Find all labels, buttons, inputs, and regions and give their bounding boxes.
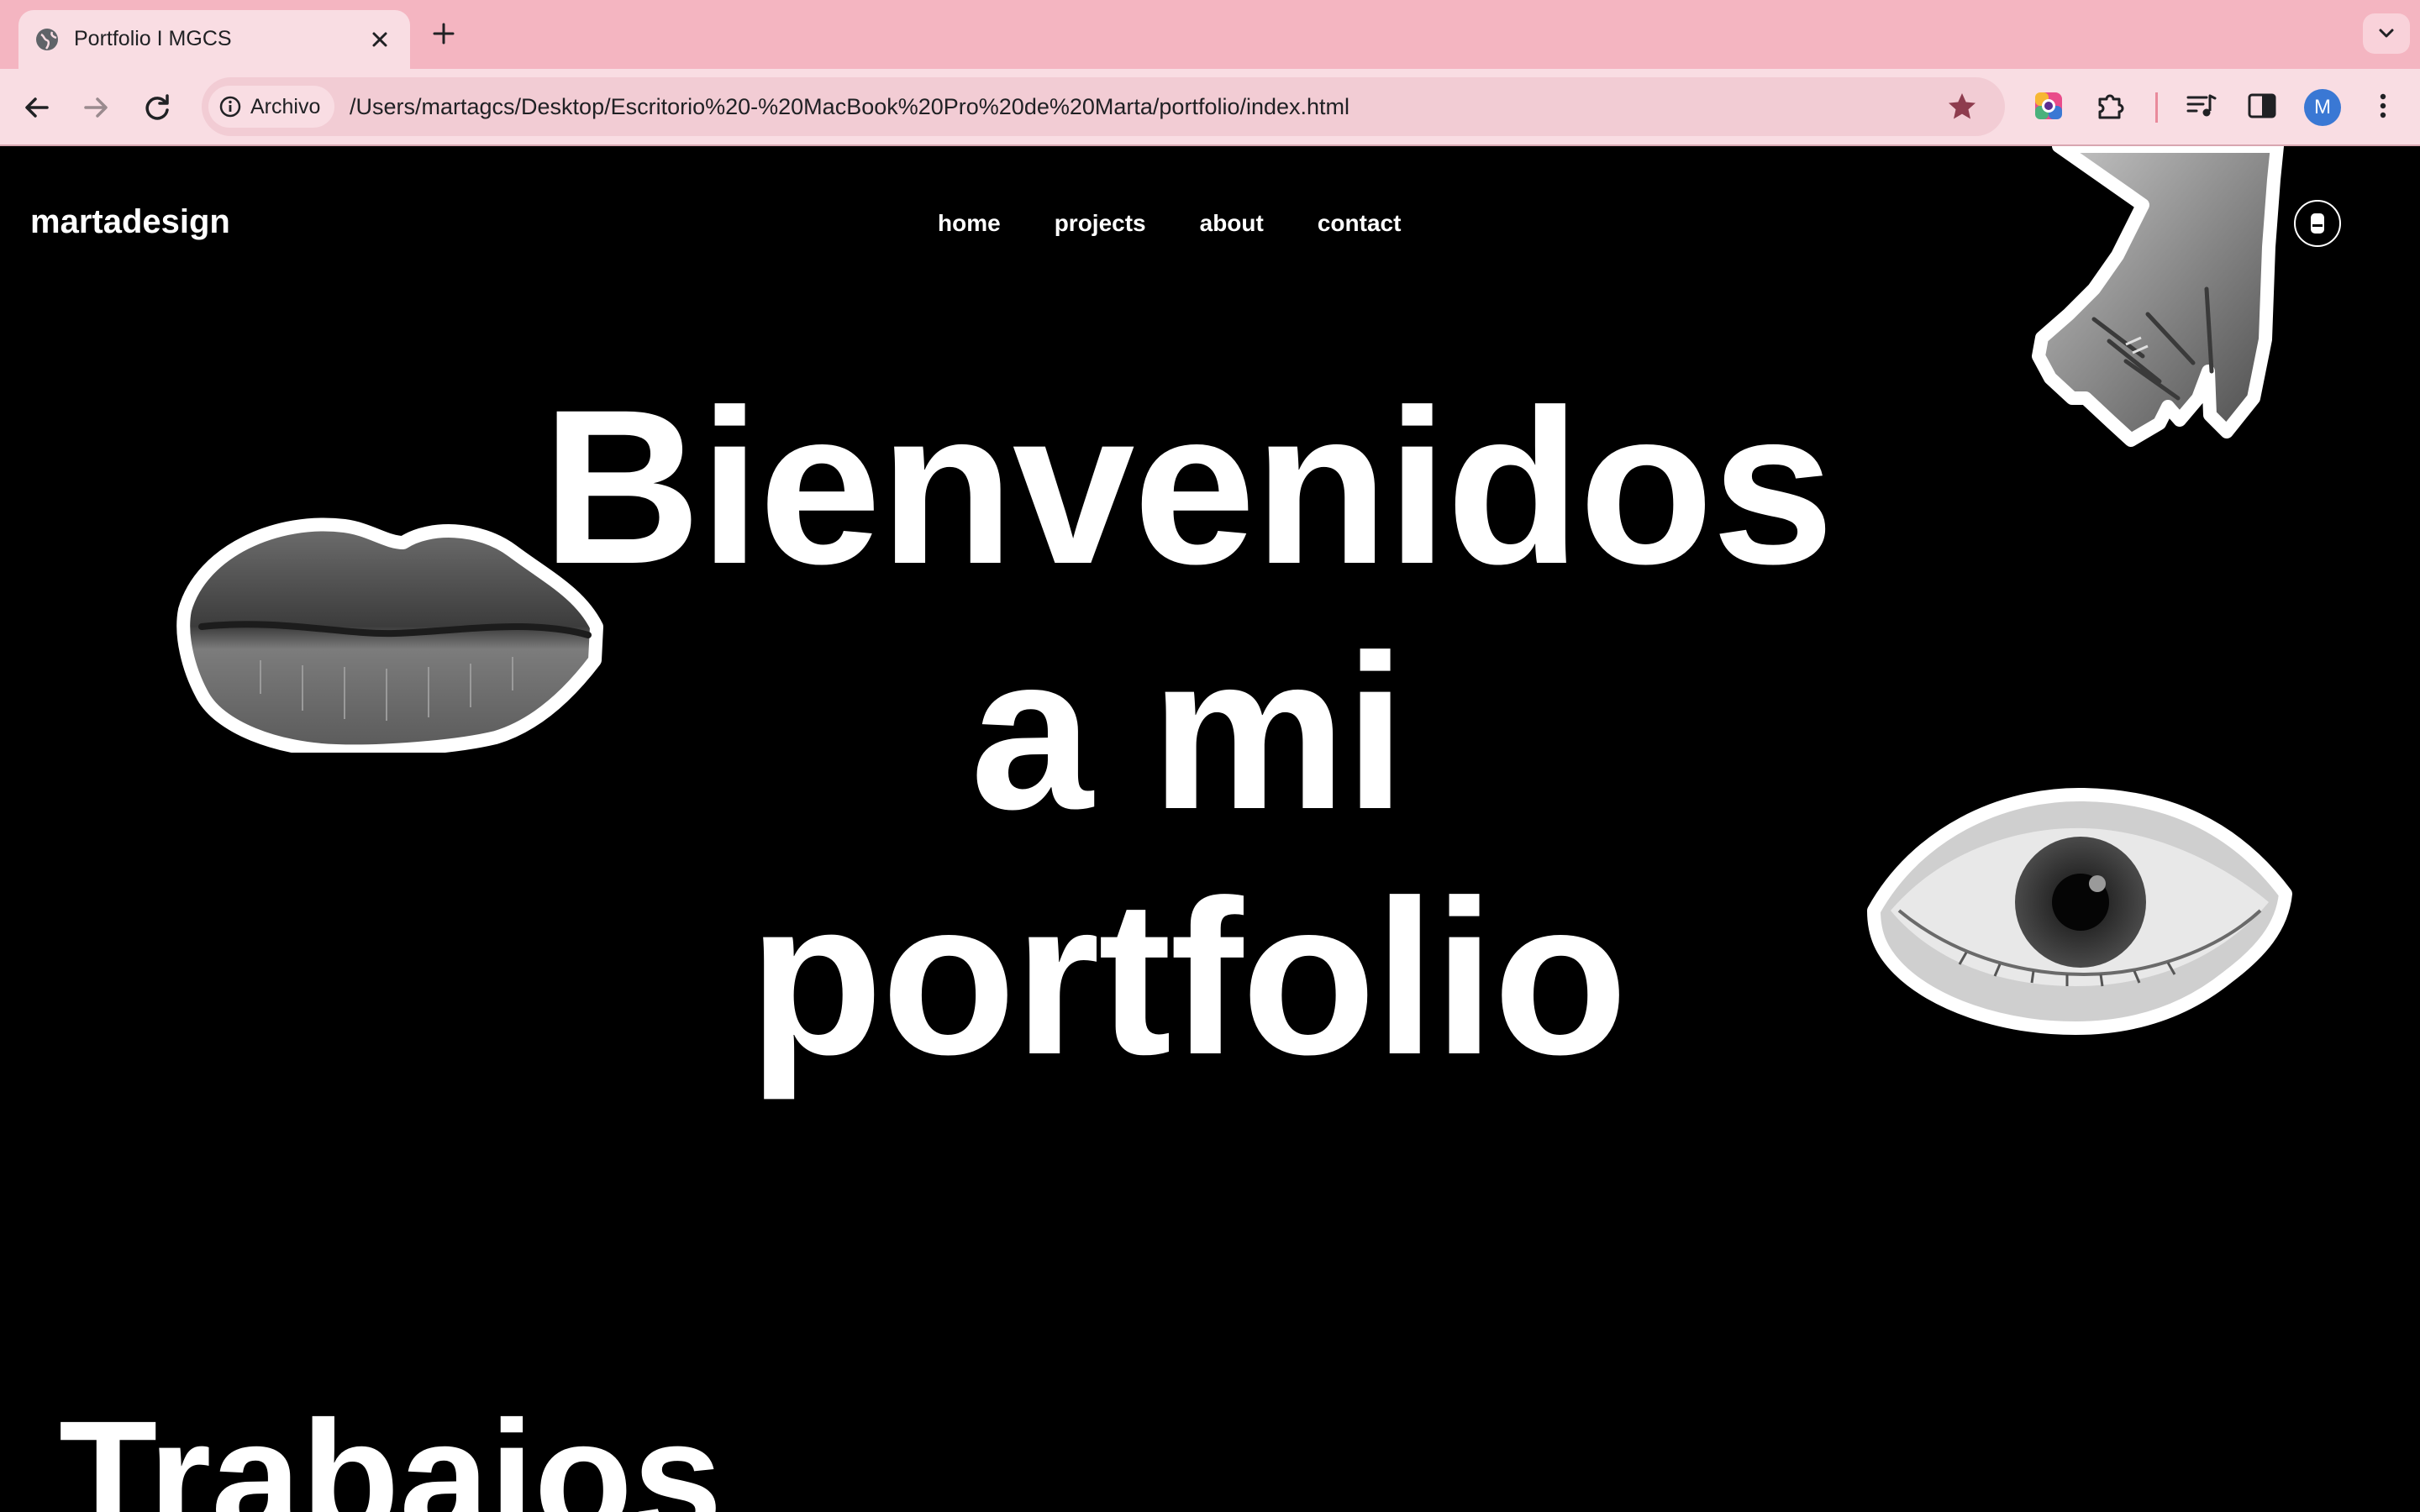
reload-icon[interactable] bbox=[139, 89, 176, 126]
nav-link-home[interactable]: home bbox=[938, 210, 1001, 237]
info-icon bbox=[219, 96, 241, 118]
nav-link-contact[interactable]: contact bbox=[1318, 210, 1402, 237]
hero-line-1: Bienvenidos bbox=[542, 364, 1834, 610]
media-control-icon[interactable] bbox=[2183, 87, 2220, 124]
hero-line-2: a mi bbox=[970, 609, 1406, 855]
tab-title: Portfolio I MGCS bbox=[74, 27, 232, 50]
toolbar-divider bbox=[2155, 92, 2158, 123]
site-logo[interactable]: martadesign bbox=[30, 203, 230, 241]
color-extension-icon[interactable] bbox=[2030, 87, 2067, 124]
site-info-label: Archivo bbox=[250, 95, 321, 118]
url-text[interactable]: /Users/martagcs/Desktop/Escritorio%20-%2… bbox=[350, 94, 1349, 120]
globe-icon bbox=[36, 29, 58, 50]
works-section-title: Trabajos bbox=[59, 1387, 723, 1512]
nav-link-projects[interactable]: projects bbox=[1055, 210, 1146, 237]
browser-toolbar: Archivo /Users/martagcs/Desktop/Escritor… bbox=[0, 69, 2420, 146]
bookmark-star-icon[interactable] bbox=[1946, 91, 1978, 123]
chevron-down-icon bbox=[2379, 29, 2394, 38]
new-tab-icon[interactable] bbox=[427, 17, 460, 50]
address-bar[interactable]: Archivo /Users/martagcs/Desktop/Escritor… bbox=[202, 77, 2005, 136]
hero-heading: Bienvenidos a mi portfolio bbox=[0, 365, 2375, 1100]
hero-line-3: portfolio bbox=[748, 854, 1628, 1100]
forward-icon[interactable] bbox=[77, 89, 114, 126]
back-icon[interactable] bbox=[18, 89, 55, 126]
close-tab-icon[interactable] bbox=[365, 24, 395, 55]
browser-frame: Portfolio I MGCS Archivo /Users/martagcs… bbox=[0, 0, 2420, 146]
extensions-puzzle-icon[interactable] bbox=[2092, 87, 2129, 124]
profile-avatar[interactable]: M bbox=[2304, 89, 2341, 126]
theme-toggle-button[interactable] bbox=[2294, 200, 2341, 247]
main-nav: home projects about contact bbox=[938, 210, 1401, 237]
portfolio-page: martadesign home projects about contact … bbox=[0, 146, 2420, 1512]
nav-link-about[interactable]: about bbox=[1200, 210, 1264, 237]
more-menu-icon[interactable] bbox=[2365, 87, 2402, 124]
side-panel-icon[interactable] bbox=[2244, 87, 2281, 124]
tab-search-button[interactable] bbox=[2363, 13, 2410, 54]
toggle-icon bbox=[2311, 213, 2324, 234]
browser-tab[interactable]: Portfolio I MGCS bbox=[18, 10, 410, 69]
